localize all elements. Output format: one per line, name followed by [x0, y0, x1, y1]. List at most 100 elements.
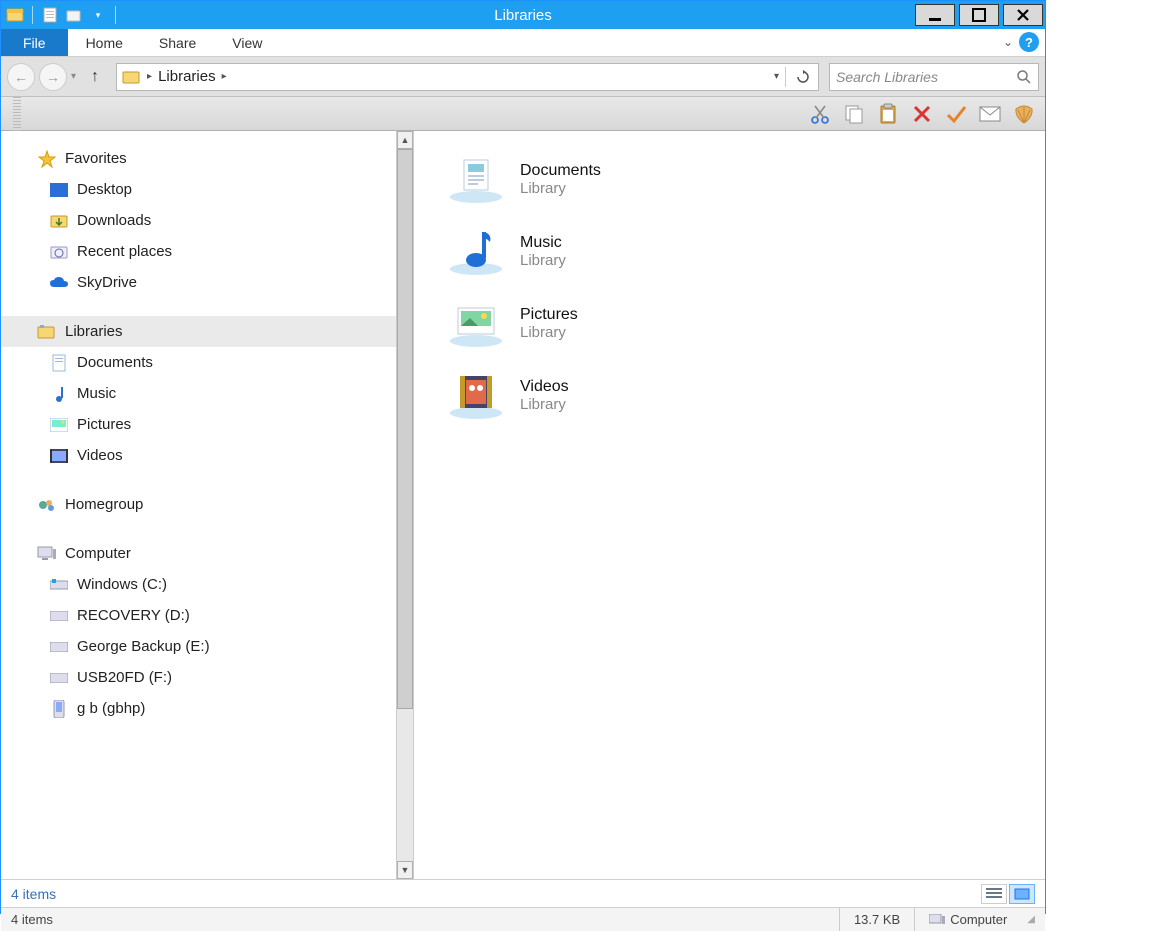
view-toggles	[981, 884, 1035, 904]
scroll-down-icon[interactable]: ▼	[397, 861, 413, 879]
details-view-button[interactable]	[981, 884, 1007, 904]
pictures-icon	[49, 415, 69, 435]
tab-share[interactable]: Share	[141, 29, 214, 56]
library-item-documents[interactable]: Documents Library	[444, 143, 1045, 215]
tree-root-homegroup[interactable]: Homegroup	[1, 489, 396, 520]
tree-item-phone[interactable]: g b (gbhp)	[1, 693, 396, 724]
tree-label: Downloads	[77, 212, 151, 229]
item-type: Library	[520, 180, 601, 197]
address-dropdown-icon[interactable]: ▾	[774, 71, 779, 82]
scroll-up-icon[interactable]: ▲	[397, 131, 413, 149]
tab-home[interactable]: Home	[68, 29, 141, 56]
item-name: Videos	[520, 378, 569, 396]
forward-button[interactable]: →	[39, 63, 67, 91]
pictures-library-icon	[444, 295, 508, 351]
new-folder-icon[interactable]	[64, 5, 84, 25]
delete-icon[interactable]	[909, 101, 935, 127]
tree-item-videos[interactable]: Videos	[1, 440, 396, 471]
paste-icon[interactable]	[875, 101, 901, 127]
tree-label: Windows (C:)	[77, 576, 167, 593]
toolbar-handle[interactable]	[13, 97, 21, 131]
music-icon	[49, 384, 69, 404]
help-icon[interactable]: ?	[1019, 32, 1039, 52]
tree-label: Homegroup	[65, 496, 143, 513]
tree-label: USB20FD (F:)	[77, 669, 172, 686]
back-button[interactable]: ←	[7, 63, 35, 91]
scroll-thumb[interactable]	[397, 149, 413, 709]
tree-group-homegroup: Homegroup	[1, 489, 396, 520]
tree-label: George Backup (E:)	[77, 638, 210, 655]
tree-item-drive-d[interactable]: RECOVERY (D:)	[1, 600, 396, 631]
tree-group-favorites: Favorites Desktop Downloads Recent place…	[1, 143, 396, 298]
location-icon	[121, 67, 141, 87]
minimize-button[interactable]	[915, 4, 955, 26]
item-count-outer: 4 items	[11, 912, 839, 927]
tree-item-pictures[interactable]: Pictures	[1, 409, 396, 440]
tree-label: SkyDrive	[77, 274, 137, 291]
explorer-window: ▾ Libraries File Home Share View ⌄ ? ← →…	[0, 0, 1046, 914]
large-icons-view-button[interactable]	[1009, 884, 1035, 904]
item-count: 4 items	[11, 886, 56, 902]
history-dropdown-icon[interactable]: ▾	[71, 71, 76, 82]
content-pane[interactable]: Documents Library Music Library Pictur	[414, 131, 1045, 879]
tree-item-documents[interactable]: Documents	[1, 347, 396, 378]
library-item-pictures[interactable]: Pictures Library	[444, 287, 1045, 359]
tree-label: RECOVERY (D:)	[77, 607, 190, 624]
shell-icon[interactable]	[1011, 101, 1037, 127]
navigation-pane: Favorites Desktop Downloads Recent place…	[1, 131, 396, 879]
homegroup-icon	[37, 495, 57, 515]
properties-icon[interactable]	[40, 5, 60, 25]
nav-scrollbar[interactable]: ▲ ▼	[396, 131, 414, 879]
videos-icon	[49, 446, 69, 466]
tree-root-computer[interactable]: Computer	[1, 538, 396, 569]
tree-item-drive-c[interactable]: Windows (C:)	[1, 569, 396, 600]
refresh-icon[interactable]	[792, 66, 814, 88]
item-type: Library	[520, 324, 578, 341]
qat-dropdown-icon[interactable]: ▾	[88, 5, 108, 25]
resize-grip[interactable]: ◢	[1021, 914, 1035, 925]
library-item-videos[interactable]: Videos Library	[444, 359, 1045, 431]
tab-file[interactable]: File	[1, 29, 68, 56]
scroll-track[interactable]	[397, 149, 413, 861]
address-bar[interactable]: ▸ Libraries ▸ ▾	[116, 63, 819, 91]
item-name: Documents	[520, 162, 601, 180]
ribbon-tabs: File Home Share View ⌄ ?	[1, 29, 1045, 57]
library-item-music[interactable]: Music Library	[444, 215, 1045, 287]
tree-label: Videos	[77, 447, 123, 464]
tree-group-computer: Computer Windows (C:) RECOVERY (D:) Geor…	[1, 538, 396, 724]
mail-icon[interactable]	[977, 101, 1003, 127]
command-toolbar	[1, 97, 1045, 131]
documents-icon	[49, 353, 69, 373]
tree-item-recent[interactable]: Recent places	[1, 236, 396, 267]
search-input[interactable]	[836, 69, 996, 85]
breadcrumb-location[interactable]: Libraries	[158, 68, 216, 85]
tab-view[interactable]: View	[214, 29, 280, 56]
tree-item-drive-e[interactable]: George Backup (E:)	[1, 631, 396, 662]
close-button[interactable]	[1003, 4, 1043, 26]
recent-icon	[49, 242, 69, 262]
search-icon[interactable]	[1016, 69, 1032, 85]
search-box[interactable]	[829, 63, 1039, 91]
tree-label: Libraries	[65, 323, 123, 340]
chevron-right-icon[interactable]: ▸	[222, 71, 227, 82]
quick-access-toolbar: ▾	[1, 5, 119, 25]
item-type: Library	[520, 396, 569, 413]
cut-icon[interactable]	[807, 101, 833, 127]
tree-item-drive-f[interactable]: USB20FD (F:)	[1, 662, 396, 693]
drive-icon	[49, 668, 69, 688]
maximize-button[interactable]	[959, 4, 999, 26]
tree-item-desktop[interactable]: Desktop	[1, 174, 396, 205]
tree-label: g b (gbhp)	[77, 700, 145, 717]
tree-item-music[interactable]: Music	[1, 378, 396, 409]
check-icon[interactable]	[943, 101, 969, 127]
chevron-right-icon[interactable]: ▸	[147, 71, 152, 82]
up-button[interactable]: ↑	[84, 66, 106, 88]
tree-group-libraries: Libraries Documents Music Pictures Video…	[1, 316, 396, 471]
ribbon-expand-icon[interactable]: ⌄	[1003, 35, 1013, 49]
tree-root-libraries[interactable]: Libraries	[1, 316, 396, 347]
tree-root-favorites[interactable]: Favorites	[1, 143, 396, 174]
tree-item-downloads[interactable]: Downloads	[1, 205, 396, 236]
copy-icon[interactable]	[841, 101, 867, 127]
tree-label: Desktop	[77, 181, 132, 198]
tree-item-skydrive[interactable]: SkyDrive	[1, 267, 396, 298]
